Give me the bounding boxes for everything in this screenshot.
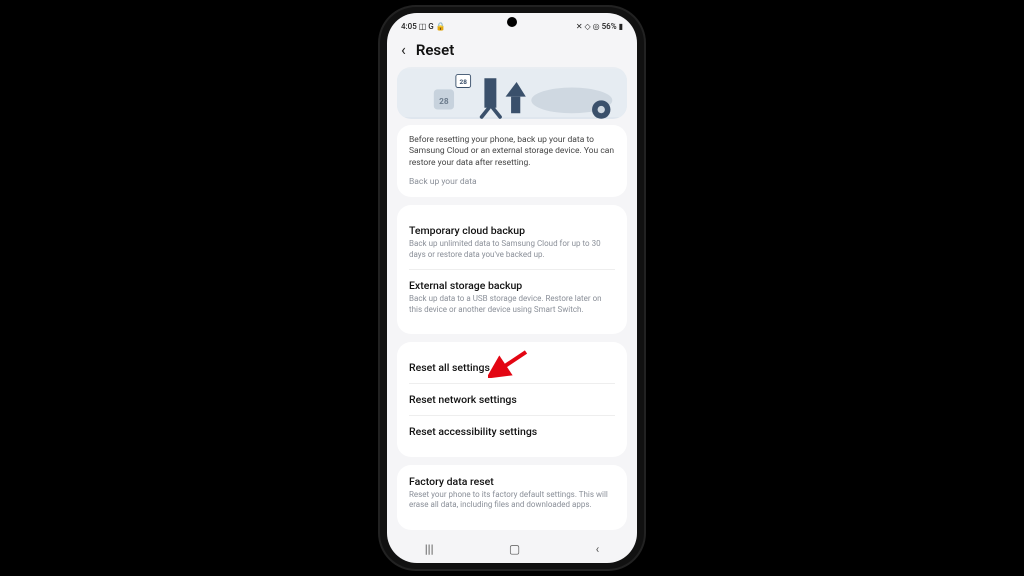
item-title: Factory data reset [409, 475, 615, 488]
item-subtitle: Reset your phone to its factory default … [409, 490, 615, 511]
temporary-cloud-backup[interactable]: Temporary cloud backup Back up unlimited… [409, 215, 615, 269]
backup-link[interactable]: Back up your data [409, 177, 615, 187]
status-left: 4:05 ◫ G 🔒 [401, 22, 446, 31]
item-subtitle: Back up unlimited data to Samsung Cloud … [409, 239, 615, 260]
phone-frame: 4:05 ◫ G 🔒 ✕ ◇ ◎ 56% ▮ ‹ Reset 28 28 [380, 7, 644, 569]
item-subtitle: Back up data to a USB storage device. Re… [409, 294, 615, 315]
item-title: Reset all settings [409, 361, 615, 374]
back-button[interactable]: ‹ [596, 542, 600, 556]
app-header: ‹ Reset [387, 35, 637, 67]
item-title: Reset network settings [409, 393, 615, 406]
item-title: External storage backup [409, 279, 615, 292]
android-nav-bar: ||| ▢ ‹ [387, 537, 637, 563]
factory-reset-card: Factory data reset Reset your phone to i… [397, 465, 627, 530]
reset-network-settings[interactable]: Reset network settings [409, 383, 615, 415]
external-storage-backup[interactable]: External storage backup Back up data to … [409, 269, 615, 324]
reset-accessibility-settings[interactable]: Reset accessibility settings [409, 415, 615, 447]
screen: 4:05 ◫ G 🔒 ✕ ◇ ◎ 56% ▮ ‹ Reset 28 28 [387, 13, 637, 563]
info-text: Before resetting your phone, back up you… [409, 135, 615, 169]
reset-all-settings[interactable]: Reset all settings [409, 352, 615, 383]
camera-notch [507, 17, 517, 27]
page-title: Reset [416, 41, 454, 59]
header-illustration: 28 28 [397, 67, 627, 119]
info-card: Before resetting your phone, back up you… [397, 125, 627, 197]
status-right-icons: ✕ ◇ ◎ 56% ▮ [576, 22, 623, 31]
svg-text:28: 28 [439, 97, 449, 107]
reset-options-card: Reset all settings Reset network setting… [397, 342, 627, 457]
item-title: Temporary cloud backup [409, 224, 615, 237]
status-time: 4:05 [401, 22, 417, 31]
svg-text:28: 28 [460, 78, 468, 86]
content-scroll[interactable]: Before resetting your phone, back up you… [387, 125, 637, 537]
back-icon[interactable]: ‹ [401, 42, 406, 58]
status-right: ✕ ◇ ◎ 56% ▮ [576, 22, 623, 31]
backup-options-card: Temporary cloud backup Back up unlimited… [397, 205, 627, 334]
item-title: Reset accessibility settings [409, 425, 615, 438]
recents-button[interactable]: ||| [425, 542, 434, 556]
status-left-icons: ◫ G 🔒 [419, 22, 446, 31]
factory-data-reset[interactable]: Factory data reset Reset your phone to i… [409, 475, 615, 520]
home-button[interactable]: ▢ [509, 542, 520, 556]
